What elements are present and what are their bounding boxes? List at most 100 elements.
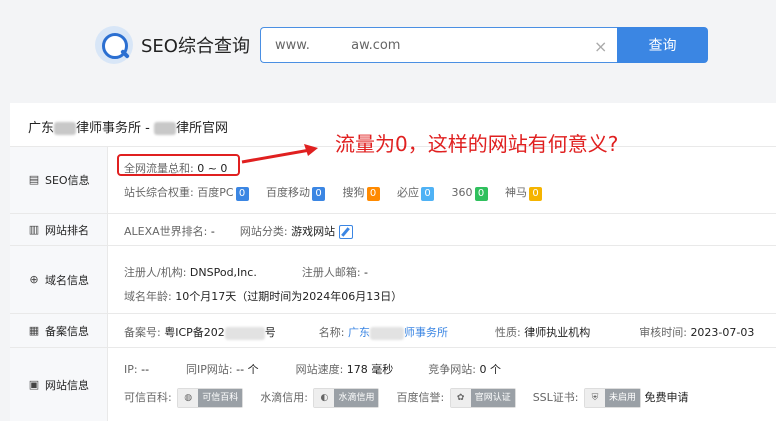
weight-baidu-pc[interactable]: 百度PC 0 — [197, 186, 249, 201]
highlight-box — [117, 154, 240, 176]
registrar-label: 注册人/机构: — [124, 266, 187, 279]
rank-head-label: 网站排名 — [45, 223, 89, 237]
category-value: 游戏网站 — [291, 225, 336, 238]
rank-section: ▥ 网站排名 ALEXA世界排名: - 网站分类: 游戏网站 — [10, 213, 776, 245]
weight-name: 必应 — [397, 186, 420, 199]
ip-label: IP: — [124, 363, 138, 376]
icp-name-link[interactable]: 广东 — [348, 326, 370, 339]
bar-chart-icon: ▥ — [28, 222, 40, 236]
rank-section-head: ▥ 网站排名 — [10, 214, 108, 245]
weight-badge: 0 — [529, 187, 543, 201]
icp-nature-label: 性质: — [495, 326, 521, 339]
shuidi-badge[interactable]: ◐ 水滴信用 — [313, 388, 380, 408]
weight-sogou[interactable]: 搜狗 0 — [343, 186, 380, 201]
site-title: 广东 律师事务所 - 律所官网 — [28, 117, 228, 136]
siteinfo-section: ▣ 网站信息 IP: -- 同IP网站: -- 个 网站速度: 178 毫秒 竞争… — [10, 347, 776, 421]
domain-section: ⊕ 域名信息 注册人/机构: DNSPod,Inc. 注册人邮箱: - 域名年龄:… — [10, 245, 776, 313]
clear-icon[interactable]: × — [594, 37, 607, 56]
weight-row: 站长综合权重: 百度PC 0 百度移动 0 搜狗 0 必应 0 360 0 神马 0 — [124, 184, 543, 201]
baidu-badge[interactable]: ✿ 官网认证 — [449, 388, 516, 408]
redacted-blur — [224, 326, 265, 340]
weight-label: 站长综合权重: — [124, 186, 194, 199]
site-stats-row: IP: -- 同IP网站: -- 个 网站速度: 178 毫秒 竞争网站: 0 … — [124, 361, 501, 377]
weight-360[interactable]: 360 0 — [452, 186, 488, 201]
same-ip-value: -- 个 — [236, 363, 259, 376]
same-ip-label: 同IP网站: — [186, 363, 233, 376]
wiki-label: 可信百科: — [124, 391, 172, 404]
shuidi-label: 水滴信用: — [260, 391, 308, 404]
icp-no-value: 粤ICP备202 — [164, 326, 225, 339]
siteinfo-section-head: ▣ 网站信息 — [10, 348, 108, 421]
magnifier-chart-icon — [95, 26, 133, 64]
annotation-arrow — [241, 144, 318, 164]
weight-baidu-mobile[interactable]: 百度移动 0 — [266, 186, 326, 201]
document-icon: ▤ — [28, 173, 40, 186]
logo-text: SEO综合查询 — [141, 36, 250, 57]
category-label: 网站分类: — [239, 225, 288, 238]
search-bar: × 查询 — [260, 27, 708, 63]
weight-badge: 0 — [312, 187, 326, 201]
redacted-blur — [153, 122, 176, 135]
email-label: 注册人邮箱: — [301, 266, 361, 279]
icp-section: ▦ 备案信息 备案号: 粤ICP备202 号 名称: 广东 师事务所 性质: 律师执业… — [10, 313, 776, 347]
ssl-badge[interactable]: ⛨ 未启用 — [584, 388, 642, 408]
wiki-badge-text: 可信百科 — [198, 389, 243, 407]
seo-section-head: ▤ SEO信息 — [10, 147, 108, 213]
weight-name: 百度移动 — [266, 186, 311, 199]
credit-row: 可信百科: ◍ 可信百科 水滴信用: ◐ 水滴信用 百度信誉: ✿ 官网认证 SSL证… — [124, 388, 689, 408]
water-drop-icon: ◐ — [314, 389, 335, 407]
registrar-row: 注册人/机构: DNSPod,Inc. 注册人邮箱: - — [124, 264, 368, 280]
shuidi-badge-text: 水滴信用 — [334, 389, 379, 407]
annotation-text: 流量为0，这样的网站有何意义? — [335, 132, 619, 156]
icp-nature-value: 律师执业机构 — [524, 326, 591, 339]
ssl-badge-text: 未启用 — [605, 389, 641, 407]
icp-name-link-suffix[interactable]: 师事务所 — [404, 326, 448, 339]
weight-badge: 0 — [366, 187, 380, 201]
weight-name: 神马 — [505, 186, 528, 199]
email-value: - — [364, 266, 369, 279]
ip-value: -- — [141, 363, 150, 376]
icp-no-label: 备案号: — [124, 326, 161, 339]
siteinfo-head-label: 网站信息 — [45, 378, 89, 392]
seo-head-label: SEO信息 — [45, 174, 90, 187]
baidu-label: 百度信誉: — [396, 391, 445, 404]
browser-icon: ▣ — [28, 377, 40, 391]
ssl-label: SSL证书: — [532, 391, 579, 404]
icp-row: 备案号: 粤ICP备202 号 名称: 广东 师事务所 性质: 律师执业机构 审核时… — [124, 324, 754, 340]
compete-value: 0 个 — [479, 363, 502, 376]
icp-section-head: ▦ 备案信息 — [10, 314, 108, 347]
site-title-suffix: 律所官网 — [175, 121, 228, 136]
weight-badge: 0 — [421, 187, 435, 201]
icp-name-label: 名称: — [318, 326, 345, 339]
domain-section-head: ⊕ 域名信息 — [10, 246, 108, 313]
alexa-value: - — [210, 225, 215, 238]
domain-head-label: 域名信息 — [45, 273, 89, 287]
ssl-apply-link[interactable]: 免费申请 — [645, 391, 689, 404]
baidu-badge-text: 官网认证 — [470, 389, 515, 407]
icp-review-label: 审核时间: — [639, 326, 687, 339]
age-label: 域名年龄: — [124, 290, 172, 303]
compete-label: 竞争网站: — [428, 363, 477, 376]
record-icon: ▦ — [28, 323, 40, 337]
weight-name: 百度PC — [197, 186, 234, 199]
logo[interactable]: SEO综合查询 — [95, 26, 250, 64]
weight-badge: 0 — [474, 187, 488, 201]
age-row: 域名年龄: 10个月17天（过期时间为2024年06月13日） — [124, 288, 402, 304]
wiki-badge-icon: ◍ — [178, 389, 199, 407]
weight-badge: 0 — [235, 187, 249, 201]
site-title-middle: 律师事务所 - — [76, 121, 150, 136]
icp-review-value: 2023-07-03 — [690, 326, 755, 339]
weight-shenma[interactable]: 神马 0 — [505, 186, 543, 201]
globe-icon: ⊕ — [29, 272, 39, 286]
top-bar: SEO综合查询 × 查询 — [0, 0, 776, 92]
redacted-blur — [370, 326, 404, 340]
edit-icon[interactable] — [339, 225, 354, 239]
search-input[interactable] — [260, 27, 617, 63]
search-button[interactable]: 查询 — [617, 27, 708, 63]
redacted-blur — [54, 122, 77, 135]
weight-bing[interactable]: 必应 0 — [397, 186, 435, 201]
rank-row: ALEXA世界排名: - 网站分类: 游戏网站 — [124, 223, 354, 239]
wiki-badge[interactable]: ◍ 可信百科 — [177, 388, 244, 408]
speed-value: 178 毫秒 — [346, 363, 394, 376]
shield-icon: ⛨ — [585, 389, 606, 407]
